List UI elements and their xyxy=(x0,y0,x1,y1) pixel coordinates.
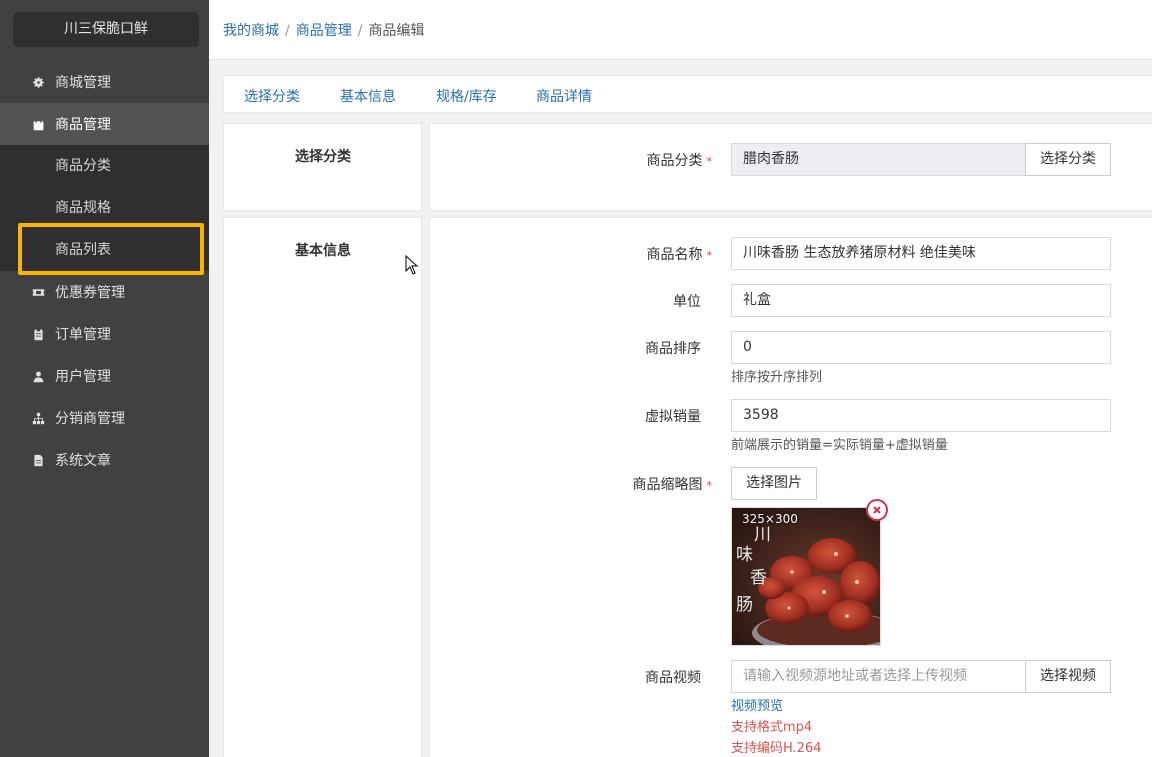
required-mark: * xyxy=(706,155,713,168)
sidebar-item-product-management[interactable]: 商品管理 xyxy=(0,103,209,145)
video-codec-hint: 支持编码H.264 xyxy=(731,741,822,756)
sidebar-item-system-articles[interactable]: 系统文章 xyxy=(0,439,209,481)
sidebar-item-label: 订单管理 xyxy=(55,327,111,343)
sidebar-item-order-management[interactable]: 订单管理 xyxy=(0,313,209,355)
sort-input[interactable]: 0 xyxy=(731,331,1111,364)
breadcrumb-current: 商品编辑 xyxy=(368,23,425,39)
sidebar-item-user-management[interactable]: 用户管理 xyxy=(0,355,209,397)
thumb-char: 味 xyxy=(736,545,753,565)
mouse-cursor-icon xyxy=(405,255,419,275)
breadcrumb: 我的商城 / 商品管理 / 商品编辑 xyxy=(223,20,424,40)
select-video-button[interactable]: 选择视频 xyxy=(1025,660,1111,693)
shop-name[interactable]: 川三保脆口鲜 xyxy=(13,12,199,47)
video-preview-link[interactable]: 视频预览 xyxy=(731,695,783,714)
category-section-title-panel: 选择分类 xyxy=(223,123,422,211)
submenu-item-product-spec[interactable]: 商品规格 xyxy=(0,187,209,229)
virtual-sales-label: 虚拟销量 xyxy=(645,409,701,425)
submenu-item-product-category[interactable]: 商品分类 xyxy=(0,145,209,187)
product-name-label: 商品名称 * xyxy=(620,244,713,264)
breadcrumb-separator: / xyxy=(285,23,290,39)
bag-icon xyxy=(31,117,45,131)
sitemap-icon xyxy=(31,411,45,425)
select-image-button[interactable]: 选择图片 xyxy=(731,467,817,500)
breadcrumb-link-my-mall[interactable]: 我的商城 xyxy=(223,23,279,39)
tab-product-detail[interactable]: 商品详情 xyxy=(536,86,592,106)
section-tabs: 选择分类 基本信息 规格/库存 商品详情 xyxy=(223,75,1152,113)
sidebar-item-label: 优惠券管理 xyxy=(55,285,125,301)
video-url-input[interactable]: 请输入视频源地址或者选择上传视频 xyxy=(731,660,1026,693)
remove-thumbnail-button[interactable] xyxy=(866,499,888,521)
document-icon xyxy=(31,453,45,467)
ticket-icon xyxy=(31,285,45,299)
close-icon xyxy=(873,506,881,514)
tab-select-category[interactable]: 选择分类 xyxy=(244,86,300,106)
select-category-button[interactable]: 选择分类 xyxy=(1025,143,1111,176)
breadcrumb-link-product-management[interactable]: 商品管理 xyxy=(296,23,352,39)
section-title: 选择分类 xyxy=(295,149,351,165)
unit-input[interactable]: 礼盒 xyxy=(731,284,1111,317)
sidebar: 川三保脆口鲜 商城管理 商品管理 商品分类 商品规格 商品列表 优惠券管理 订单… xyxy=(0,0,209,757)
sidebar-item-label: 分销商管理 xyxy=(55,411,125,427)
sidebar-item-mall-management[interactable]: 商城管理 xyxy=(0,61,209,103)
thumbnail-label-text: 商品缩略图 xyxy=(632,477,703,493)
sidebar-item-distributor-management[interactable]: 分销商管理 xyxy=(0,397,209,439)
product-submenu: 商品分类 商品规格 商品列表 xyxy=(0,145,209,271)
sidebar-item-coupon-management[interactable]: 优惠券管理 xyxy=(0,271,209,313)
sidebar-item-label: 商城管理 xyxy=(55,75,111,91)
product-name-label-text: 商品名称 xyxy=(646,247,703,263)
tab-spec-stock[interactable]: 规格/库存 xyxy=(436,86,497,106)
product-name-input[interactable]: 川味香肠 生态放养猪原材料 绝佳美味 xyxy=(731,237,1111,270)
sort-hint: 排序按升序排列 xyxy=(731,370,823,385)
video-label: 商品视频 xyxy=(645,670,701,686)
sort-label: 商品排序 xyxy=(645,341,701,357)
sidebar-nav: 商城管理 商品管理 商品分类 商品规格 商品列表 优惠券管理 订单管理 用户管理… xyxy=(0,61,209,481)
clipboard-icon xyxy=(31,327,45,341)
required-mark: * xyxy=(706,249,713,262)
thumb-char: 香 xyxy=(750,568,767,588)
tab-basic-info[interactable]: 基本信息 xyxy=(340,86,396,106)
thumb-char: 肠 xyxy=(736,595,753,615)
product-thumbnail[interactable]: 川 味 香 肠 325×300 xyxy=(731,507,881,646)
required-mark: * xyxy=(706,479,713,492)
unit-label: 单位 xyxy=(673,294,701,310)
breadcrumb-separator: / xyxy=(357,23,363,39)
thumbnail-label: 商品缩略图 * xyxy=(610,474,713,494)
category-label: 商品分类 * xyxy=(620,150,713,170)
sidebar-item-label: 商品管理 xyxy=(55,117,111,133)
submenu-item-product-list[interactable]: 商品列表 xyxy=(0,229,209,271)
category-label-text: 商品分类 xyxy=(646,153,703,169)
thumb-char: 川 xyxy=(754,525,771,545)
sausage-image: 川 味 香 肠 xyxy=(732,508,880,645)
video-format-hint: 支持格式mp4 xyxy=(731,720,813,735)
sidebar-item-label: 用户管理 xyxy=(55,369,111,385)
basic-section-title-panel: 基本信息 xyxy=(223,217,422,757)
category-field: 腊肉香肠 xyxy=(731,143,1026,176)
top-bar: 我的商城 / 商品管理 / 商品编辑 xyxy=(209,0,1152,60)
user-icon xyxy=(31,369,45,383)
virtual-sales-input[interactable]: 3598 xyxy=(731,399,1111,432)
virtual-sales-hint: 前端展示的销量=实际销量+虚拟销量 xyxy=(731,438,948,453)
gear-icon xyxy=(31,75,45,89)
section-title: 基本信息 xyxy=(295,243,351,259)
thumbnail-size-badge: 325×300 xyxy=(742,512,798,526)
sidebar-item-label: 系统文章 xyxy=(55,453,111,469)
